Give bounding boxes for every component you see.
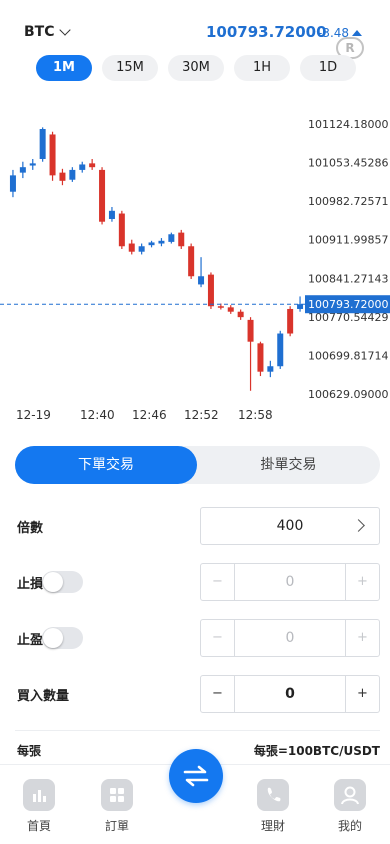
stop-loss-toggle[interactable]	[42, 571, 83, 593]
user-icon	[334, 779, 366, 811]
y-tick-label: 100841.27143	[308, 272, 388, 285]
candle-body	[89, 163, 96, 168]
bottom-nav: 首頁 訂單 理財 我的	[0, 749, 390, 844]
candlestick-chart[interactable]: 101124.18000 101053.45286 100982.72571 1009…	[0, 96, 390, 436]
candle-body	[118, 213, 125, 247]
symbol-selector[interactable]: BTC	[24, 24, 71, 40]
x-tick-label: 12:58	[238, 408, 273, 422]
y-tick-label: 100982.72571	[308, 195, 388, 208]
take-profit-label: 止盈	[17, 633, 44, 648]
header: BTC 100793.72000 -3.48 R	[0, 0, 390, 59]
chevron-down-icon	[58, 24, 71, 36]
candle-body	[9, 175, 16, 192]
candle-body	[138, 246, 145, 252]
triangle-up-icon	[352, 30, 363, 36]
take-profit-toggle[interactable]	[42, 627, 83, 649]
interval-tab-15m[interactable]: 15M	[102, 55, 158, 81]
candle-body	[247, 319, 254, 342]
stop-loss-plus-button[interactable]: +	[345, 564, 379, 600]
candle-body	[178, 232, 185, 247]
divider	[15, 730, 380, 731]
toggle-knob	[43, 628, 63, 648]
chart-bars-icon	[23, 779, 55, 811]
stop-loss-label: 止損	[17, 577, 44, 592]
interval-tab-1d[interactable]: 1D	[300, 55, 356, 81]
nav-item-wealth[interactable]: 理財	[243, 779, 303, 834]
per-lot-label: 每張	[17, 744, 42, 758]
candle-body	[297, 304, 304, 309]
candle-body	[277, 333, 284, 367]
candle-body	[108, 210, 115, 219]
candle-body	[148, 242, 155, 246]
nav-label-home: 首頁	[26, 819, 51, 833]
candle-body	[257, 343, 264, 372]
trade-swap-button[interactable]	[169, 749, 223, 803]
y-tick-label: 101053.45286	[308, 157, 388, 170]
stop-loss-stepper[interactable]: − 0 +	[200, 563, 380, 601]
nav-item-home[interactable]: 首頁	[9, 779, 69, 834]
candle-body	[69, 169, 76, 180]
nav-label-wealth: 理財	[260, 819, 285, 833]
x-tick-label: 12:40	[80, 408, 115, 422]
candle-body	[39, 129, 46, 160]
y-tick-label: 100699.81714	[308, 349, 388, 362]
interval-tab-1h[interactable]: 1H	[234, 55, 290, 81]
y-tick-label: 100911.99857	[308, 234, 388, 247]
take-profit-plus-button[interactable]: +	[345, 620, 379, 656]
candle-body	[79, 164, 86, 170]
leverage-selector[interactable]: 400	[200, 507, 380, 545]
swap-arrows-icon	[183, 765, 209, 787]
candle-body	[59, 172, 66, 181]
candle-body	[198, 276, 205, 285]
y-tick-label: 101124.18000	[308, 118, 388, 131]
candle-body	[19, 167, 26, 173]
toggle-knob	[43, 572, 63, 592]
x-tick-label: 12:46	[132, 408, 167, 422]
tab-market-order[interactable]: 下單交易	[15, 446, 197, 484]
per-lot-value: 每張=100BTC/USDT	[253, 744, 380, 758]
candle-body	[217, 306, 224, 308]
candle-body	[227, 307, 234, 312]
phone-icon	[257, 779, 289, 811]
x-tick-label: 12-19	[16, 408, 51, 422]
candle-body	[237, 311, 244, 318]
candle-body	[49, 134, 56, 176]
current-price: 100793.72000	[206, 23, 327, 41]
nav-label-mine: 我的	[337, 819, 362, 833]
leverage-label: 倍數	[17, 521, 44, 536]
chart-svg: 101124.18000 101053.45286 100982.72571 1009…	[0, 118, 390, 422]
candle-body	[168, 234, 175, 242]
candle-body	[99, 169, 106, 222]
quantity-stepper[interactable]: − 0 +	[200, 675, 380, 713]
symbol-label: BTC	[24, 24, 55, 40]
grid-icon	[101, 779, 133, 811]
candle-body	[287, 308, 294, 334]
quantity-label: 買入數量	[17, 689, 70, 704]
candle-body	[158, 240, 165, 244]
nav-item-mine[interactable]: 我的	[320, 779, 380, 834]
candle-body	[29, 163, 36, 166]
y-tick-label: 100629.09000	[308, 388, 388, 401]
interval-tab-30m[interactable]: 30M	[168, 55, 224, 81]
tab-limit-order[interactable]: 掛單交易	[197, 446, 380, 484]
take-profit-stepper[interactable]: − 0 +	[200, 619, 380, 657]
candle-body	[128, 243, 135, 252]
order-type-tabs: 下單交易 掛單交易	[15, 446, 380, 484]
interval-tab-1m[interactable]: 1M	[36, 55, 92, 81]
current-price-tag-label: 100793.72000	[308, 298, 388, 311]
candle-body	[188, 246, 195, 277]
interval-tabs: 1M 15M 30M 1H 1D	[36, 55, 356, 81]
quantity-plus-button[interactable]: +	[345, 676, 379, 712]
nav-item-orders[interactable]: 訂單	[87, 779, 147, 834]
nav-label-orders: 訂單	[104, 819, 129, 833]
candle-body	[267, 366, 274, 372]
x-tick-label: 12:52	[184, 408, 219, 422]
candle-body	[207, 274, 214, 307]
